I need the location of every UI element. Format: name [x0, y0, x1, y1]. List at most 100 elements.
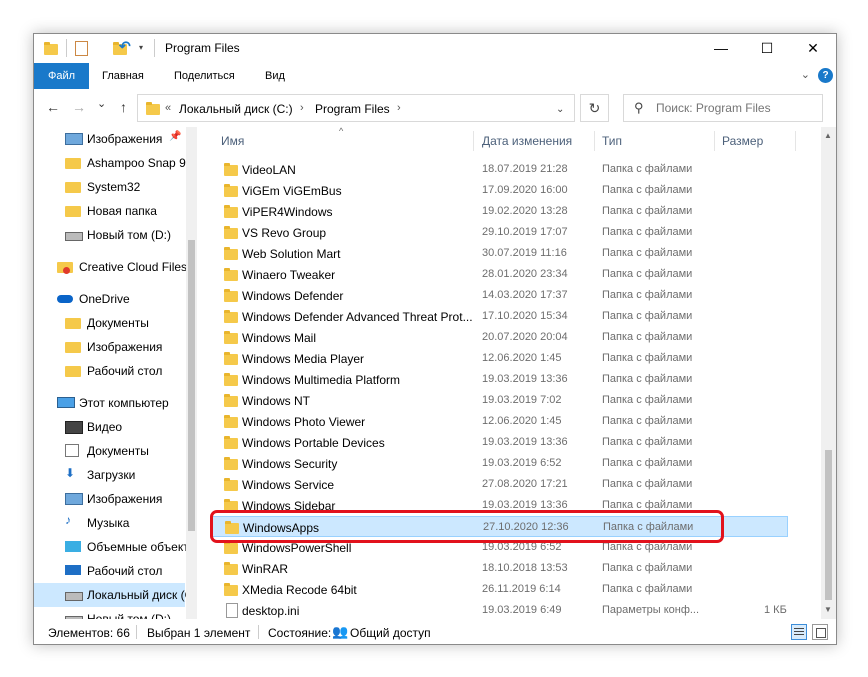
folder-icon: [224, 247, 238, 260]
file-type: Папка с файлами: [602, 478, 693, 490]
file-list-scrollbar[interactable]: ▲ ▼: [821, 127, 836, 619]
help-icon[interactable]: ?: [818, 68, 833, 83]
tab-file[interactable]: Файл: [34, 63, 89, 89]
status-bar: Элементов: 66 Выбран 1 элемент Состояние…: [34, 621, 836, 644]
table-row[interactable]: Windows Defender 14.03.2020 17:37 Папка с …: [211, 285, 788, 306]
table-row[interactable]: XMedia Recode 64bit 26.11.2019 6:14 Папка …: [211, 579, 788, 600]
scrollbar-thumb[interactable]: [188, 240, 195, 531]
table-row[interactable]: Web Solution Mart 30.07.2019 11:16 Папка с…: [211, 243, 788, 264]
drive-icon: [65, 616, 83, 619]
chevron-right-icon[interactable]: ›: [397, 102, 401, 114]
details-view-icon: [794, 628, 804, 629]
table-row[interactable]: ViGEm ViGEmBus 17.09.2020 16:00 Папка с фа…: [211, 180, 788, 201]
large-icons-view-button[interactable]: [812, 624, 828, 640]
sidebar-item[interactable]: Видео: [34, 415, 185, 439]
breadcrumb-overflow[interactable]: «: [165, 102, 171, 114]
table-row[interactable]: WinRAR 18.10.2018 13:53 Папка с файлами: [211, 558, 788, 579]
up-button[interactable]: ↑: [120, 99, 127, 115]
breadcrumb-local-disk[interactable]: Локальный диск (C:): [179, 102, 293, 116]
forward-button[interactable]: →: [72, 99, 86, 115]
sidebar-item[interactable]: Этот компьютер: [34, 391, 185, 415]
sidebar-item[interactable]: Ashampoo Snap 9: [34, 151, 186, 175]
sidebar-item[interactable]: OneDrive: [34, 287, 185, 311]
file-date: 18.10.2018 13:53: [482, 562, 568, 574]
table-row[interactable]: Windows Security 19.03.2019 6:52 Папка с ф…: [211, 453, 788, 474]
folder-icon: [65, 182, 81, 193]
sidebar-item[interactable]: Изображения: [34, 335, 185, 359]
sidebar-item[interactable]: Объемные объекты: [34, 535, 197, 559]
search-box[interactable]: ⚲: [623, 94, 823, 122]
close-button[interactable]: ✕: [790, 34, 836, 63]
table-row[interactable]: Winaero Tweaker 28.01.2020 23:34 Папка с ф…: [211, 264, 788, 285]
table-row[interactable]: Windows Defender Advanced Threat Prot...…: [211, 306, 788, 327]
maximize-button[interactable]: ☐: [744, 34, 790, 63]
address-dropdown-icon[interactable]: ⌄: [556, 104, 564, 115]
table-row[interactable]: Windows Mail 20.07.2020 20:04 Папка с файл…: [211, 327, 788, 348]
search-input[interactable]: [654, 100, 818, 116]
minimize-button[interactable]: —: [698, 34, 744, 63]
breadcrumb-program-files[interactable]: Program Files: [315, 102, 390, 116]
table-row[interactable]: Windows Photo Viewer 12.06.2020 1:45 Папка…: [211, 411, 788, 432]
column-divider[interactable]: [594, 131, 595, 151]
address-bar[interactable]: « Локальный диск (C:) › Program Files ›: [137, 94, 575, 122]
column-header-size[interactable]: Размер: [722, 127, 763, 155]
table-row[interactable]: desktop.ini 19.03.2019 6:49 Параметры конф…: [211, 600, 788, 619]
scrollbar-thumb[interactable]: [825, 450, 832, 600]
table-row[interactable]: Windows NT 19.03.2019 7:02 Папка с файлами: [211, 390, 788, 411]
scroll-up-icon[interactable]: ▲: [824, 131, 832, 140]
sidebar-item-label: Изображения: [87, 132, 163, 146]
chevron-right-icon[interactable]: ›: [300, 102, 304, 114]
sidebar-item[interactable]: ♪ Музыка: [34, 511, 185, 535]
sidebar-item[interactable]: ⬇ Загрузки: [34, 463, 185, 487]
chevron-down-icon[interactable]: ⌄: [801, 68, 810, 81]
table-row[interactable]: VS Revo Group 29.10.2019 17:07 Папка с фай…: [211, 222, 788, 243]
back-button[interactable]: ←: [46, 99, 60, 115]
column-divider[interactable]: [473, 131, 474, 151]
sidebar-item[interactable]: System32: [34, 175, 185, 199]
sidebar-item[interactable]: Новая папка: [34, 199, 185, 223]
table-row[interactable]: ViPER4Windows 19.02.2020 13:28 Папка с фай…: [211, 201, 788, 222]
file-type: Папка с файлами: [602, 289, 693, 301]
drive-icon: [65, 592, 83, 601]
drive-icon: [65, 232, 83, 241]
file-size: 1 КБ: [764, 604, 787, 616]
tab-view[interactable]: Вид: [265, 63, 285, 89]
file-date: 30.07.2019 11:16: [482, 247, 567, 259]
sidebar-item-label: Рабочий стол: [87, 564, 163, 578]
column-header-type[interactable]: Тип: [602, 127, 622, 155]
tab-share[interactable]: Поделиться: [174, 63, 235, 89]
details-view-button[interactable]: [791, 624, 807, 640]
sidebar-item[interactable]: Рабочий стол: [34, 359, 185, 383]
file-type: Папка с файлами: [602, 352, 693, 364]
properties-icon[interactable]: [75, 41, 88, 56]
tab-home[interactable]: Главная: [102, 63, 144, 89]
folder-icon: [65, 206, 81, 217]
sidebar-item[interactable]: Creative Cloud Files: [34, 255, 187, 279]
column-header-date[interactable]: Дата изменения: [482, 127, 572, 155]
table-row[interactable]: Windows Portable Devices 19.03.2019 13:36…: [211, 432, 788, 453]
sidebar-item[interactable]: Документы: [34, 439, 185, 463]
navpane-scrollbar[interactable]: [186, 127, 197, 619]
table-row[interactable]: VideoLAN 18.07.2019 21:28 Папка с файлами: [211, 159, 788, 180]
recent-locations-button[interactable]: ⌄: [97, 97, 106, 110]
scroll-down-icon[interactable]: ▼: [824, 605, 832, 614]
table-row[interactable]: Windows Media Player 12.06.2020 1:45 Папка…: [211, 348, 788, 369]
undo-icon[interactable]: ↶: [119, 38, 131, 56]
sidebar-item[interactable]: Документы: [34, 311, 185, 335]
table-row[interactable]: Windows Service 27.08.2020 17:21 Папка с ф…: [211, 474, 788, 495]
sidebar-item[interactable]: Новый том (D:): [34, 223, 185, 247]
refresh-button[interactable]: ↻: [580, 94, 609, 122]
folder-icon: [224, 415, 238, 428]
table-row[interactable]: Windows Multimedia Platform 19.03.2019 13…: [211, 369, 788, 390]
sidebar-item[interactable]: Локальный диск (C:): [34, 583, 197, 607]
customize-toolbar-icon[interactable]: ▾: [139, 43, 143, 61]
sidebar-item[interactable]: Изображения: [34, 487, 185, 511]
column-header-name[interactable]: Имя: [221, 127, 244, 155]
column-divider[interactable]: [795, 131, 796, 151]
column-divider[interactable]: [714, 131, 715, 151]
sidebar-item[interactable]: Новый том (D:): [34, 607, 185, 619]
sidebar-item[interactable]: Изображения 📌: [34, 127, 185, 151]
file-name: VideoLAN: [242, 163, 296, 177]
sidebar-item[interactable]: Рабочий стол: [34, 559, 185, 583]
file-type: Папка с файлами: [602, 415, 693, 427]
